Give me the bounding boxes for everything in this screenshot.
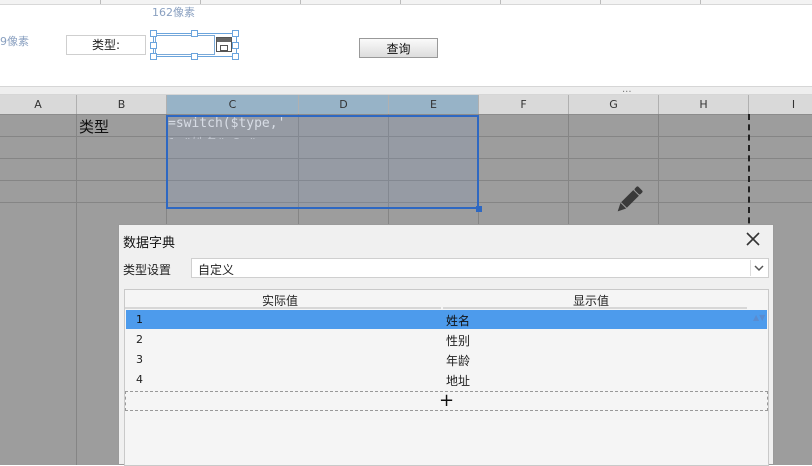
cell-b2[interactable]: 类型 [79, 116, 109, 137]
row-display-value[interactable]: 年龄 [446, 352, 470, 369]
row-display-value[interactable]: 地址 [446, 372, 470, 389]
row-actual-value[interactable]: 3 [136, 353, 143, 366]
grid-line [76, 114, 77, 465]
dialog-title: 数据字典 [123, 236, 176, 251]
date-picker-widget[interactable] [150, 30, 239, 60]
row-display-value[interactable]: 性别 [446, 332, 470, 349]
column-header-e[interactable]: E [389, 95, 479, 114]
fill-handle[interactable] [476, 206, 482, 212]
column-header-g[interactable]: G [569, 95, 659, 114]
resize-handle[interactable] [150, 42, 157, 49]
row-actual-value[interactable]: 1 [136, 313, 143, 326]
calendar-icon[interactable] [216, 37, 232, 52]
type-setting-select[interactable]: 自定义 [191, 258, 769, 278]
chevron-down-icon[interactable] [750, 260, 767, 276]
row-actual-value[interactable]: 2 [136, 333, 143, 346]
data-dictionary-dialog: 数据字典 类型设置 自定义 实际值 显示值 1 姓名 ▲▼ 2 性别 3 年龄 [118, 224, 774, 466]
top-ruler [0, 0, 812, 5]
header-divider [443, 307, 747, 309]
sort-icon[interactable]: ▲▼ [753, 313, 765, 322]
panel-splitter[interactable] [0, 86, 812, 95]
resize-handle[interactable] [150, 53, 157, 60]
column-header-b[interactable]: B [77, 95, 167, 114]
column-header-h[interactable]: H [659, 95, 749, 114]
close-icon[interactable] [745, 231, 761, 247]
type-label-widget[interactable]: 类型: [66, 35, 146, 55]
header-divider [125, 307, 441, 309]
parameter-panel: 162像素 9像素 类型: 查询 [0, 0, 812, 86]
column-header-f[interactable]: F [479, 95, 569, 114]
resize-handle[interactable] [232, 30, 239, 37]
type-setting-value: 自定义 [198, 263, 235, 277]
width-dimension-label: 162像素 [152, 6, 195, 19]
resize-handle[interactable] [191, 30, 198, 37]
resize-handle[interactable] [191, 53, 198, 60]
query-button[interactable]: 查询 [359, 38, 438, 58]
row-actual-value[interactable]: 4 [136, 373, 143, 386]
table-header: 实际值 显示值 [125, 290, 768, 309]
date-input[interactable] [155, 35, 215, 55]
cell-selection[interactable] [166, 115, 479, 209]
add-row-button[interactable]: + [125, 391, 768, 411]
left-offset-dimension-label: 9像素 [0, 35, 29, 48]
type-setting-label: 类型设置 [123, 263, 172, 277]
table-row[interactable]: 3 年龄 [126, 350, 767, 369]
resize-handle[interactable] [232, 53, 239, 60]
table-row[interactable]: 4 地址 [126, 370, 767, 389]
column-header-bar: A B C D E F G H I [0, 95, 812, 115]
pencil-icon[interactable] [612, 183, 646, 217]
splitter-grip[interactable]: ... [622, 84, 632, 95]
column-header-c[interactable]: C [167, 95, 299, 114]
table-row[interactable]: 2 性别 [126, 330, 767, 349]
resize-handle[interactable] [232, 42, 239, 49]
column-header-i[interactable]: I [749, 95, 812, 114]
column-header-d[interactable]: D [299, 95, 389, 114]
column-header-a[interactable]: A [0, 95, 77, 114]
dictionary-table: 实际值 显示值 1 姓名 ▲▼ 2 性别 3 年龄 4 地址 + [124, 289, 769, 466]
row-display-value[interactable]: 姓名 [446, 312, 470, 329]
resize-handle[interactable] [150, 30, 157, 37]
table-row[interactable]: 1 姓名 ▲▼ [126, 310, 767, 329]
